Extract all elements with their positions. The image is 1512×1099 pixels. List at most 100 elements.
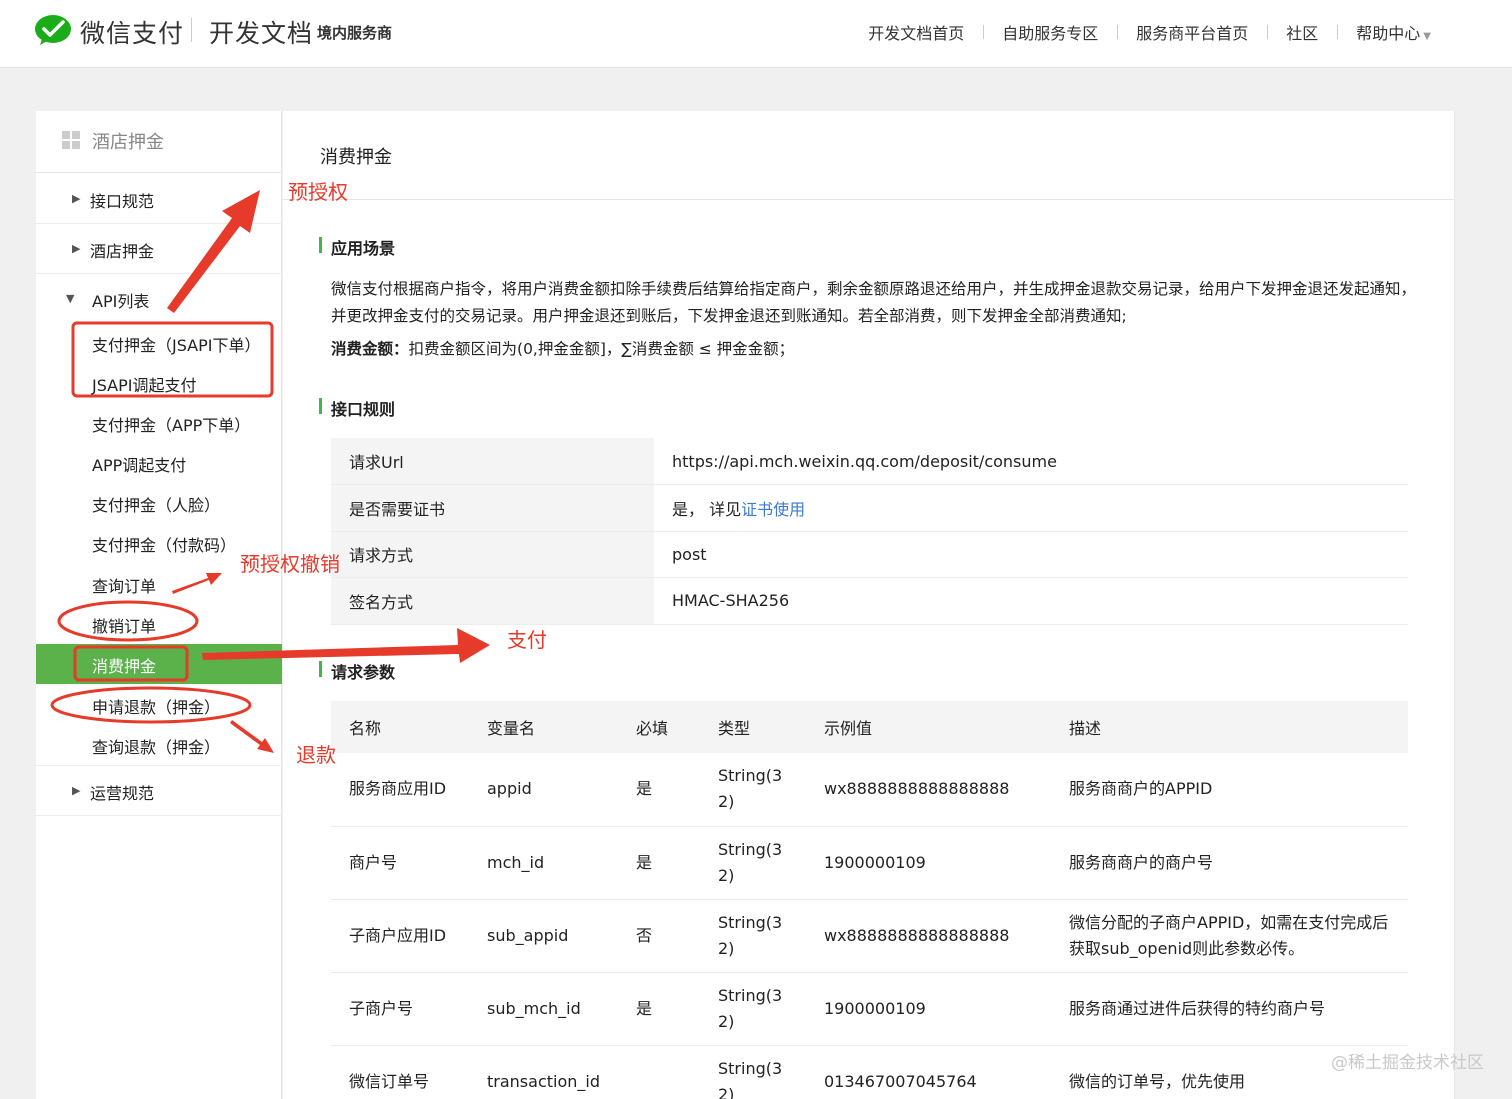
top-navigation-bar: 微信支付 开发文档 境内服务商 开发文档首页 自助服务专区 服务商平台首页 社区… <box>0 0 1512 68</box>
nav-self-service[interactable]: 自助服务专区 <box>983 20 1117 44</box>
param-var: sub_mch_id <box>469 972 618 1046</box>
request-params-table: 名称 变量名 必填 类型 示例值 描述 服务商应用ID appid 是 Stri… <box>331 701 1408 1099</box>
wechat-pay-logo-icon[interactable] <box>34 14 72 46</box>
brand-name[interactable]: 微信支付 <box>80 14 184 50</box>
param-example: wx8888888888888888 <box>806 899 1051 973</box>
sidebar-item-consume-deposit[interactable]: 消费押金 <box>92 653 156 677</box>
table-row: 子商户应用ID sub_appid 否 String(32) wx8888888… <box>331 899 1408 973</box>
divider <box>36 223 282 224</box>
sidebar-group-interface-spec[interactable]: ▶ 接口规范 <box>36 188 282 212</box>
caret-right-icon: ▶ <box>72 784 81 797</box>
rule-key: 请求Url <box>331 438 654 485</box>
chevron-down-icon: ▼ <box>1423 31 1431 42</box>
nav-community[interactable]: 社区 <box>1267 20 1337 44</box>
param-type: String(32) <box>700 1045 806 1099</box>
annotation-label-preauth: 预授权 <box>288 180 348 204</box>
caret-right-icon: ▶ <box>72 192 81 205</box>
column-header: 描述 <box>1051 701 1408 753</box>
param-name: 微信订单号 <box>331 1045 469 1099</box>
sidebar-item-jsapi-invoke[interactable]: JSAPI调起支付 <box>92 372 197 396</box>
param-type: String(32) <box>700 826 806 900</box>
nav-doc-home[interactable]: 开发文档首页 <box>849 20 983 44</box>
sidebar-item-query-refund[interactable]: 查询退款（押金） <box>92 734 220 758</box>
column-header: 名称 <box>331 701 469 753</box>
param-var: appid <box>469 753 618 827</box>
column-header: 类型 <box>700 701 806 753</box>
param-var: transaction_id <box>469 1045 618 1099</box>
cert-usage-link[interactable]: 证书使用 <box>741 500 805 519</box>
sidebar-group-hotel-deposit[interactable]: ▶ 酒店押金 <box>36 238 282 262</box>
param-required: 是 <box>618 972 700 1046</box>
table-row: 请求方式 post <box>331 531 1408 578</box>
sidebar-group-api-list[interactable]: ▼ API列表 <box>36 288 282 312</box>
rule-value-cell: 是， 详见证书使用 <box>654 484 1408 532</box>
page-title: 消费押金 <box>320 147 392 168</box>
rule-key: 签名方式 <box>331 577 654 625</box>
main-content: 消费押金 应用场景 微信支付根据商户指令，将用户消费金额扣除手续费后结算给指定商… <box>283 111 1455 1099</box>
sidebar-item-active-consume[interactable] <box>36 644 282 684</box>
table-row: 请求Url https://api.mch.weixin.qq.com/depo… <box>331 438 1408 485</box>
table-header-row: 名称 变量名 必填 类型 示例值 描述 <box>331 701 1408 753</box>
sidebar-item-query-order[interactable]: 查询订单 <box>92 573 156 597</box>
sidebar-group-label: 接口规范 <box>90 192 155 211</box>
doc-subtitle: 境内服务商 <box>317 24 393 42</box>
param-desc: 服务商商户的APPID <box>1051 753 1408 827</box>
sidebar-item-app-invoke[interactable]: APP调起支付 <box>92 452 186 476</box>
column-header: 必填 <box>618 701 700 753</box>
annotation-label-pay: 支付 <box>507 628 547 652</box>
param-name: 子商户号 <box>331 972 469 1046</box>
section-heading-rules: 接口规则 <box>319 396 395 420</box>
table-row: 商户号 mch_id 是 String(32) 1900000109 服务商商户… <box>331 826 1408 900</box>
sidebar-header: 酒店押金 <box>36 111 282 173</box>
annotation-label-preauth-cancel: 预授权撤销 <box>240 552 340 576</box>
scene-description: 微信支付根据商户指令，将用户消费金额扣除手续费后结算给指定商户，剩余金额原路退还… <box>331 280 1417 325</box>
doc-title[interactable]: 开发文档 <box>209 14 313 50</box>
watermark: @稀土掘金技术社区 <box>1331 1053 1484 1073</box>
param-type: String(32) <box>700 972 806 1046</box>
sidebar: 酒店押金 ▶ 接口规范 ▶ 酒店押金 ▼ API列表 支付押金（JSAPI下单）… <box>36 111 282 1099</box>
param-desc: 服务商商户的商户号 <box>1051 826 1408 900</box>
param-name: 商户号 <box>331 826 469 900</box>
brand-divider <box>191 18 192 42</box>
table-row: 服务商应用ID appid 是 String(32) wx88888888888… <box>331 753 1408 827</box>
param-name: 服务商应用ID <box>331 753 469 827</box>
sidebar-item-app-deposit[interactable]: 支付押金（APP下单） <box>92 412 250 436</box>
rule-key: 是否需要证书 <box>331 484 654 532</box>
sidebar-item-code-deposit[interactable]: 支付押金（付款码） <box>92 532 236 556</box>
sidebar-item-face-deposit[interactable]: 支付押金（人脸） <box>92 492 220 516</box>
param-type: String(32) <box>700 753 806 827</box>
top-nav-links: 开发文档首页 自助服务专区 服务商平台首页 社区 帮助中心 ▼ <box>849 20 1450 44</box>
rule-value: HMAC-SHA256 <box>654 577 1408 625</box>
param-example: 1900000109 <box>806 972 1051 1046</box>
param-desc: 微信分配的子商户APPID，如需在支付完成后获取sub_openid则此参数必传… <box>1051 899 1408 973</box>
sidebar-item-reverse-order[interactable]: 撤销订单 <box>92 613 156 637</box>
param-var: sub_appid <box>469 899 618 973</box>
param-required: 否 <box>618 899 700 973</box>
sidebar-title: 酒店押金 <box>92 132 164 153</box>
caret-right-icon: ▶ <box>72 242 81 255</box>
sidebar-group-label: 酒店押金 <box>90 242 155 261</box>
divider <box>283 199 1455 200</box>
sidebar-group-operations[interactable]: ▶ 运营规范 <box>36 780 282 804</box>
amount-rule: 消费金额：扣费金额区间为(0,押金金额]，∑消费金额 ≤ 押金金额； <box>331 336 1421 363</box>
nav-partner-platform[interactable]: 服务商平台首页 <box>1117 20 1267 44</box>
table-row: 签名方式 HMAC-SHA256 <box>331 577 1408 625</box>
param-desc: 服务商通过进件后获得的特约商户号 <box>1051 972 1408 1046</box>
param-var: mch_id <box>469 826 618 900</box>
amount-label: 消费金额： <box>331 340 409 358</box>
param-name: 子商户应用ID <box>331 899 469 973</box>
param-required <box>618 1045 700 1099</box>
sidebar-item-refund[interactable]: 申请退款（押金） <box>92 694 220 718</box>
nav-help-center[interactable]: 帮助中心 ▼ <box>1337 20 1450 44</box>
grid-icon <box>62 131 80 149</box>
divider <box>36 815 282 816</box>
annotation-label-refund: 退款 <box>296 743 336 767</box>
sidebar-item-jsapi-deposit[interactable]: 支付押金（JSAPI下单） <box>92 332 261 356</box>
param-example: 013467007045764 <box>806 1045 1051 1099</box>
rule-value: https://api.mch.weixin.qq.com/deposit/co… <box>654 438 1408 485</box>
param-example: 1900000109 <box>806 826 1051 900</box>
rule-key: 请求方式 <box>331 531 654 578</box>
section-heading-scene: 应用场景 <box>319 235 395 259</box>
rule-value: 是， 详见 <box>672 499 742 519</box>
caret-down-icon: ▼ <box>66 292 75 305</box>
